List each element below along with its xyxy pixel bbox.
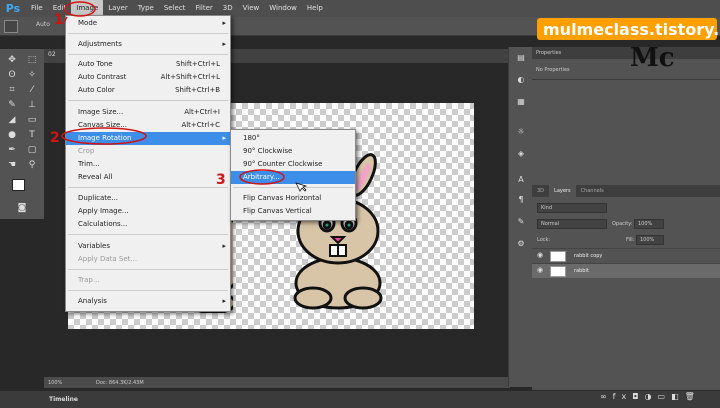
step-3-marker: 3 [216, 172, 226, 188]
step-2-marker: 2 [50, 130, 60, 146]
annotation-overlay [61, 1, 308, 192]
step-1-marker: 1 [54, 12, 64, 28]
